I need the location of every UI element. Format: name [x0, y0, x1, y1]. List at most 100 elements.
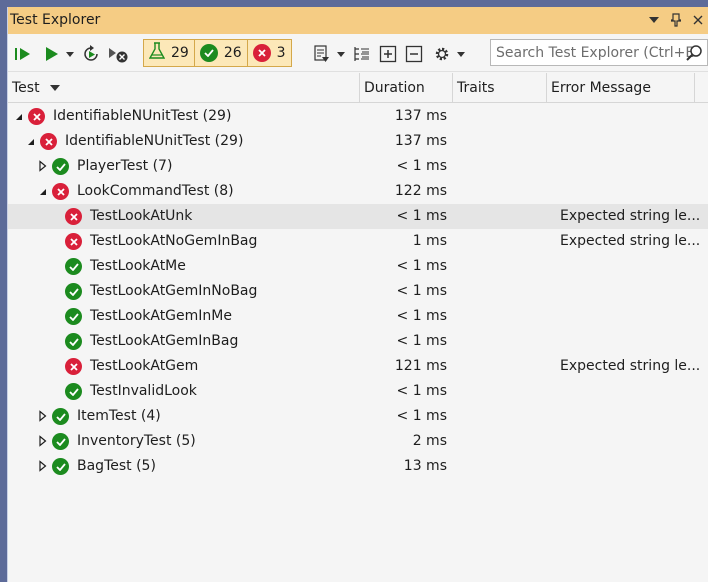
expanded-triangle-icon[interactable] — [38, 185, 48, 197]
close-icon[interactable] — [687, 10, 708, 30]
settings-dropdown-icon[interactable] — [455, 43, 467, 65]
test-duration: < 1 ms — [396, 383, 447, 399]
tree-row[interactable]: BagTest (5) 13 ms — [8, 454, 708, 479]
expanded-triangle-icon[interactable] — [14, 110, 24, 122]
settings-gear-icon[interactable] — [431, 43, 453, 65]
test-name: TestLookAtGemInMe — [90, 308, 232, 324]
failed-icon — [52, 183, 69, 200]
column-duration[interactable]: Duration — [360, 73, 453, 103]
passed-icon — [52, 408, 69, 425]
test-name: BagTest (5) — [77, 458, 156, 474]
test-name-text: InventoryTest — [77, 433, 172, 449]
failed-count: 3 — [276, 45, 286, 61]
total-tests-filter[interactable]: 29 — [143, 39, 195, 67]
expand-all-icon[interactable] — [377, 43, 399, 65]
pin-icon[interactable] — [665, 10, 687, 30]
tree-row[interactable]: TestLookAtMe < 1 ms — [8, 254, 708, 279]
test-name: TestLookAtMe — [90, 258, 186, 274]
tree-row[interactable]: IdentifiableNUnitTest (29) 137 ms — [8, 129, 708, 154]
test-count: (7) — [152, 158, 173, 174]
tree-row[interactable]: TestLookAtGemInMe < 1 ms — [8, 304, 708, 329]
test-name-text: IdentifiableNUnitTest — [53, 108, 199, 124]
search-input[interactable]: Search Test Explorer (Ctrl+E — [490, 39, 708, 66]
test-name-text: PlayerTest — [77, 158, 149, 174]
test-duration: 137 ms — [394, 108, 447, 124]
test-name-text: TestLookAtUnk — [90, 208, 193, 224]
toolbar: 29 26 3 Search Test Explorer (Ctrl+E — [8, 34, 708, 72]
passed-icon — [65, 258, 82, 275]
run-icon[interactable] — [40, 43, 62, 65]
test-count: (5) — [136, 458, 156, 474]
tree-row[interactable]: TestLookAtGem 121 ms Expected string le... — [8, 354, 708, 379]
column-duration-label: Duration — [364, 80, 425, 96]
test-duration: 2 ms — [412, 433, 447, 449]
passed-icon — [65, 333, 82, 350]
tree-row[interactable]: TestLookAtUnk < 1 ms Expected string le... — [8, 204, 708, 229]
tree-row[interactable]: InventoryTest (5) 2 ms — [8, 429, 708, 454]
test-name: TestInvalidLook — [90, 383, 197, 399]
failed-icon — [65, 208, 82, 225]
passed-tests-filter[interactable]: 26 — [194, 39, 248, 67]
collapsed-triangle-icon[interactable] — [38, 160, 48, 172]
collapsed-triangle-icon[interactable] — [38, 435, 48, 447]
test-name-text: ItemTest — [77, 408, 137, 424]
test-name: InventoryTest (5) — [77, 433, 196, 449]
column-test[interactable]: Test — [8, 73, 360, 103]
test-duration: 122 ms — [394, 183, 447, 199]
tree-row[interactable]: LookCommandTest (8) 122 ms — [8, 179, 708, 204]
total-count: 29 — [171, 45, 189, 61]
search-icon[interactable] — [685, 44, 703, 65]
passed-count: 26 — [223, 45, 242, 61]
test-duration: < 1 ms — [396, 208, 447, 224]
passed-icon — [199, 44, 218, 62]
passed-icon — [52, 433, 69, 450]
test-duration: < 1 ms — [396, 258, 447, 274]
passed-icon — [52, 158, 69, 175]
window-title: Test Explorer — [10, 12, 101, 28]
column-traits[interactable]: Traits — [453, 73, 547, 103]
test-name: ItemTest (4) — [77, 408, 161, 424]
title-bar: Test Explorer — [8, 7, 708, 34]
test-count: (4) — [140, 408, 161, 424]
expanded-triangle-icon[interactable] — [26, 135, 36, 147]
failed-tests-filter[interactable]: 3 — [247, 39, 292, 67]
playlist-dropdown-icon[interactable] — [335, 43, 347, 65]
tree-row[interactable]: TestInvalidLook < 1 ms — [8, 379, 708, 404]
collapse-all-icon[interactable] — [403, 43, 425, 65]
test-name: TestLookAtGemInBag — [90, 333, 238, 349]
tree-row[interactable]: TestLookAtGemInNoBag < 1 ms — [8, 279, 708, 304]
failed-icon — [65, 233, 82, 250]
test-duration: 121 ms — [394, 358, 447, 374]
test-duration: < 1 ms — [396, 308, 447, 324]
collapsed-triangle-icon[interactable] — [38, 410, 48, 422]
run-dropdown-icon[interactable] — [64, 43, 76, 65]
failed-icon — [252, 44, 271, 62]
test-name: PlayerTest (7) — [77, 158, 172, 174]
search-placeholder: Search Test Explorer (Ctrl+E — [496, 44, 695, 61]
test-name-text: LookCommandTest — [77, 183, 210, 199]
tree-row[interactable]: TestLookAtGemInBag < 1 ms — [8, 329, 708, 354]
error-message: Expected string le... — [560, 233, 701, 249]
test-name-text: IdentifiableNUnitTest — [65, 133, 211, 149]
tree-row[interactable]: ItemTest (4) < 1 ms — [8, 404, 708, 429]
tree-row[interactable]: IdentifiableNUnitTest (29) 137 ms — [8, 104, 708, 129]
collapsed-triangle-icon[interactable] — [38, 460, 48, 472]
failed-icon — [28, 108, 45, 125]
repeat-last-run-icon[interactable] — [80, 43, 102, 65]
test-name-text: TestLookAtGemInBag — [90, 333, 239, 349]
test-duration: 1 ms — [412, 233, 447, 249]
error-message: Expected string le... — [560, 358, 701, 374]
title-bar-controls — [643, 10, 708, 30]
outcome-filter-group: 29 26 3 — [143, 39, 292, 67]
column-error-message[interactable]: Error Message — [547, 73, 695, 103]
test-tree: IdentifiableNUnitTest (29) 137 ms Identifi… — [8, 104, 708, 582]
tree-row[interactable]: TestLookAtNoGemInBag 1 ms Expected string … — [8, 229, 708, 254]
cancel-run-icon[interactable] — [106, 43, 132, 65]
tree-row[interactable]: PlayerTest (7) < 1 ms — [8, 154, 708, 179]
playlist-icon[interactable] — [311, 43, 333, 65]
test-name: TestLookAtUnk — [90, 208, 192, 224]
group-by-icon[interactable] — [351, 43, 373, 65]
run-all-icon[interactable] — [12, 43, 34, 65]
test-duration: < 1 ms — [396, 333, 447, 349]
dropdown-icon[interactable] — [643, 10, 665, 30]
